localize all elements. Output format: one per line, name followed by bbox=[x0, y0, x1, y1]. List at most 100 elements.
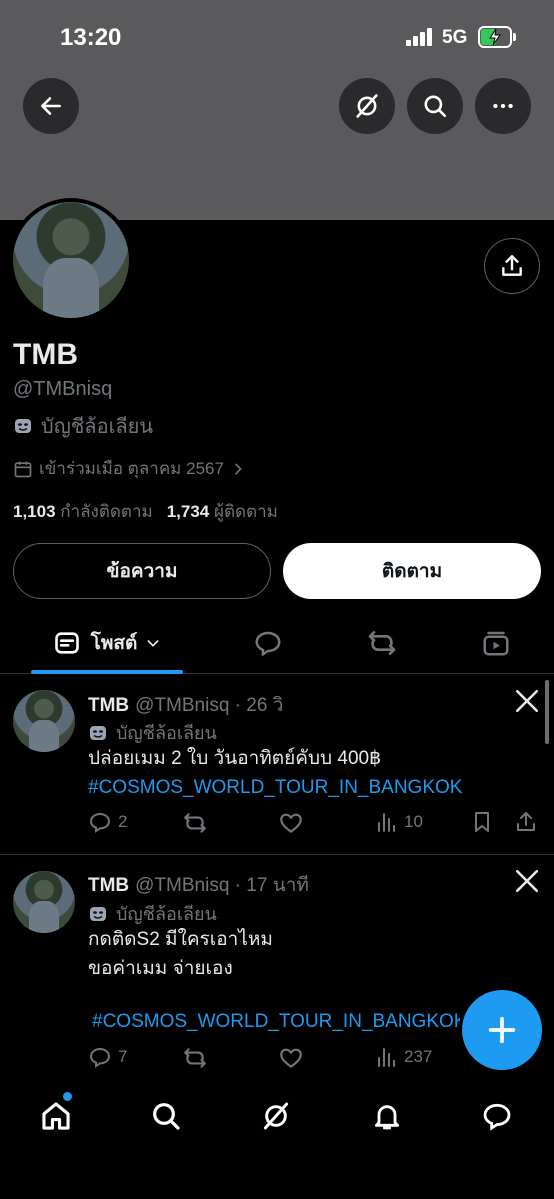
nav-home[interactable] bbox=[26, 1096, 86, 1136]
followers-label: ผู้ติดตาม bbox=[214, 502, 278, 521]
profile-page: 13:20 5G TMB @TMBnisq บัญชีล้อเลียน เข้า… bbox=[0, 0, 554, 1199]
calendar-icon bbox=[14, 461, 32, 477]
profile-tabs: โพสต์ bbox=[0, 612, 554, 674]
reply-count: 2 bbox=[118, 812, 128, 831]
grok-button[interactable] bbox=[339, 78, 395, 134]
parody-mask-icon bbox=[90, 725, 106, 740]
post-text-line: กดติดS2 มีใครเอาไหม bbox=[88, 929, 273, 950]
tab-media[interactable] bbox=[466, 612, 526, 674]
view-count: 10 bbox=[404, 812, 423, 831]
reply-count: 7 bbox=[118, 1047, 128, 1066]
post-hashtag[interactable]: #COSMOS_WORLD_TOUR_IN_BANGKOK bbox=[88, 773, 462, 802]
x-logo-icon bbox=[515, 869, 539, 893]
nav-notifications[interactable] bbox=[357, 1096, 417, 1136]
chevron-right-icon bbox=[235, 463, 242, 474]
views-button[interactable]: 10 bbox=[374, 810, 423, 834]
grok-icon bbox=[263, 1102, 289, 1130]
post-header: TMB @TMBnisq · 17 นาที bbox=[88, 870, 309, 900]
post-meta: @TMBnisq · 17 นาที bbox=[135, 875, 309, 896]
media-icon bbox=[483, 631, 509, 656]
repost-icon bbox=[184, 1048, 206, 1068]
post-author-name[interactable]: TMB bbox=[88, 875, 129, 897]
more-icon bbox=[493, 103, 513, 109]
display-name: TMB bbox=[13, 338, 78, 371]
post-parody-text: บัญชีล้อเลียน bbox=[116, 723, 217, 743]
search-icon bbox=[424, 95, 447, 118]
reply-button[interactable]: 2 bbox=[88, 810, 127, 834]
arrow-left-icon bbox=[41, 97, 61, 115]
tab-posts-label: โพสต์ bbox=[90, 633, 138, 654]
parody-label: บัญชีล้อเลียน bbox=[13, 410, 153, 442]
heart-icon bbox=[280, 1048, 302, 1069]
nav-grok[interactable] bbox=[246, 1096, 306, 1136]
like-button[interactable] bbox=[278, 1045, 304, 1071]
repost-button[interactable] bbox=[182, 1045, 208, 1071]
notifications-icon bbox=[374, 1105, 400, 1130]
parody-mask-icon bbox=[90, 906, 106, 921]
reply-icon bbox=[89, 1047, 111, 1068]
nav-search[interactable] bbox=[136, 1096, 196, 1136]
battery-icon bbox=[478, 26, 516, 48]
like-button[interactable] bbox=[278, 810, 304, 836]
more-button[interactable] bbox=[475, 78, 531, 134]
post-parody-label: บัญชีล้อเลียน bbox=[88, 899, 217, 928]
post-parody-label: บัญชีล้อเลียน bbox=[88, 718, 217, 747]
follow-button[interactable]: ติดตาม bbox=[283, 543, 541, 599]
share-profile-button[interactable] bbox=[484, 238, 540, 294]
following-label: กำลังติดตาม bbox=[60, 502, 153, 521]
share-post-button[interactable] bbox=[514, 810, 538, 834]
status-time: 13:20 bbox=[60, 24, 122, 51]
search-button[interactable] bbox=[407, 78, 463, 134]
reply-icon bbox=[89, 812, 111, 833]
messages-icon bbox=[483, 1103, 511, 1131]
scrollbar[interactable] bbox=[545, 680, 549, 744]
following-link[interactable]: 1,103 กำลังติดตาม bbox=[13, 498, 153, 525]
repost-button[interactable] bbox=[182, 810, 208, 836]
parody-mask-icon bbox=[15, 419, 31, 433]
post-body: ปล่อยเมม 2 ใบ วันอาทิตย์คับบ 400฿ #COSMO… bbox=[88, 744, 462, 802]
views-icon bbox=[378, 1048, 395, 1067]
followers-count: 1,734 bbox=[166, 502, 210, 521]
post-author-name[interactable]: TMB bbox=[88, 695, 129, 717]
post-text-line: ขอค่าเมม จ่ายเอง bbox=[88, 958, 233, 979]
post-text-line: ปล่อยเมม 2 ใบ วันอาทิตย์คับบ 400฿ bbox=[88, 748, 382, 769]
following-count: 1,103 bbox=[13, 502, 56, 521]
profile-handle: @TMBnisq bbox=[13, 378, 113, 400]
compose-post-button[interactable] bbox=[462, 990, 542, 1070]
posts-icon bbox=[54, 632, 79, 654]
views-icon bbox=[378, 813, 395, 832]
post-avatar[interactable] bbox=[13, 871, 75, 933]
post-parody-text: บัญชีล้อเลียน bbox=[116, 904, 217, 924]
tab-replies[interactable] bbox=[238, 612, 298, 674]
post-meta: @TMBnisq · 26 วิ bbox=[135, 695, 284, 716]
active-tab-indicator bbox=[31, 670, 183, 674]
profile-avatar[interactable] bbox=[9, 198, 133, 322]
share-icon bbox=[502, 255, 522, 276]
post-actions: 2 10 bbox=[88, 810, 542, 838]
repost-icon bbox=[184, 813, 206, 833]
reposts-icon bbox=[368, 631, 396, 655]
joined-date[interactable]: เข้าร่วมเมือ ตุลาคม 2567 bbox=[13, 455, 246, 482]
nav-messages[interactable] bbox=[467, 1096, 527, 1136]
followers-link[interactable]: 1,734 ผู้ติดตาม bbox=[167, 498, 278, 525]
message-button[interactable]: ข้อความ bbox=[13, 543, 271, 599]
tab-reposts[interactable] bbox=[352, 612, 412, 674]
tab-posts[interactable]: โพสต์ bbox=[31, 612, 183, 674]
search-icon bbox=[153, 1103, 180, 1130]
post-hashtag[interactable]: #COSMOS_WORLD_TOUR_IN_BANGKOK bbox=[92, 1007, 460, 1036]
heart-icon bbox=[280, 813, 302, 834]
joined-text: เข้าร่วมเมือ ตุลาคม 2567 bbox=[39, 459, 224, 478]
reply-button[interactable]: 7 bbox=[88, 1045, 127, 1069]
views-button[interactable]: 237 bbox=[374, 1045, 432, 1069]
network-type: 5G bbox=[442, 27, 468, 48]
back-button[interactable] bbox=[23, 78, 79, 134]
plus-icon bbox=[488, 1016, 516, 1044]
x-logo-icon bbox=[515, 689, 539, 713]
post-avatar[interactable] bbox=[13, 690, 75, 752]
home-icon bbox=[42, 1102, 70, 1130]
replies-icon bbox=[255, 631, 281, 657]
status-bar: 13:20 5G bbox=[0, 0, 554, 74]
grok-icon bbox=[356, 94, 378, 118]
bookmark-button[interactable] bbox=[470, 810, 494, 834]
post-body: กดติดS2 มีใครเอาไหม ขอค่าเมม จ่ายเอง #CO… bbox=[88, 925, 460, 1036]
